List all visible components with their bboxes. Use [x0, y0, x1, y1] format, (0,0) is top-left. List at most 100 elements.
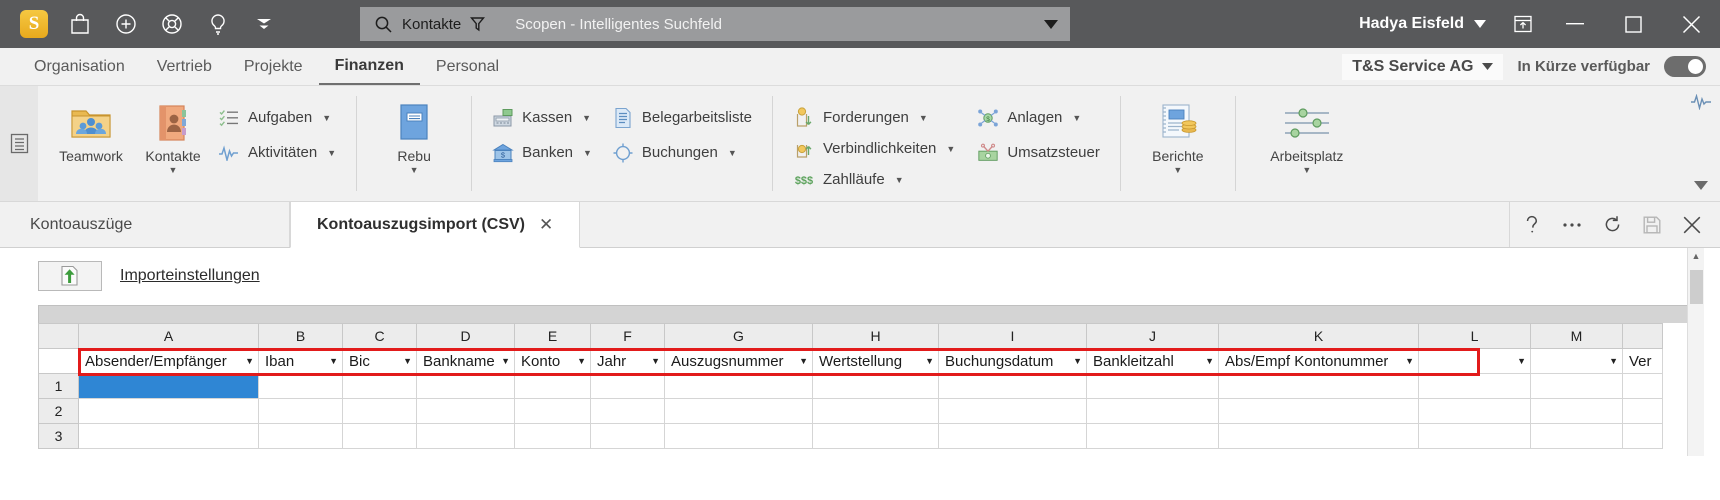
menu-item-organisation[interactable]: Organisation — [18, 48, 141, 85]
tab-close-icon[interactable]: ✕ — [539, 215, 553, 235]
chevron-down-icon[interactable]: ▼ — [1173, 166, 1182, 175]
ribbon-collapse-icon[interactable] — [1694, 181, 1708, 193]
scroll-up-icon[interactable]: ▲ — [1688, 248, 1704, 261]
ribbon-button-aufgaben[interactable]: Aufgaben ▼ — [214, 104, 340, 131]
cell-b3[interactable] — [258, 423, 343, 449]
cell-g2[interactable] — [664, 398, 813, 424]
chevron-down-icon[interactable]: ▼ — [799, 356, 808, 366]
column-header-j[interactable]: J — [1086, 323, 1219, 349]
chevron-down-icon[interactable]: ▼ — [501, 356, 510, 366]
mapping-cell-h[interactable]: Wertstellung ▼ — [812, 348, 939, 374]
column-header-i[interactable]: I — [938, 323, 1087, 349]
chevron-down-icon[interactable]: ▼ — [1609, 356, 1618, 366]
ribbon-button-banken[interactable]: $ Banken ▼ — [488, 139, 596, 166]
cell-f3[interactable] — [590, 423, 665, 449]
mapping-cell-m[interactable]: ▼ — [1530, 348, 1623, 374]
cell-d1[interactable] — [416, 373, 515, 399]
ribbon-panel-toggle[interactable] — [0, 86, 38, 201]
close-button[interactable] — [1662, 0, 1720, 48]
ribbon-button-teamwork[interactable]: Teamwork — [50, 94, 132, 164]
cell-j1[interactable] — [1086, 373, 1219, 399]
ribbon-button-rebu[interactable]: Rebu ▼ — [373, 94, 455, 175]
chevron-down-icon[interactable]: ▼ — [651, 356, 660, 366]
cell-k1[interactable] — [1218, 373, 1419, 399]
chevron-down-icon[interactable]: ▼ — [1405, 356, 1414, 366]
close-document-icon[interactable] — [1674, 208, 1710, 242]
chevron-down-icon[interactable]: ▼ — [946, 144, 955, 154]
chevron-down-icon[interactable]: ▼ — [1073, 356, 1082, 366]
chevron-down-icon[interactable]: ▼ — [583, 148, 592, 158]
mapping-cell-l[interactable]: ▼ — [1418, 348, 1531, 374]
maximize-button[interactable] — [1604, 0, 1662, 48]
mapping-cell-i[interactable]: Buchungsdatum ▼ — [938, 348, 1087, 374]
ribbon-button-zahllaeufe[interactable]: $$$ Zahlläufe ▼ — [789, 166, 959, 193]
import-settings-link[interactable]: Importeinstellungen — [120, 267, 260, 285]
ribbon-button-aktivitaeten[interactable]: Aktivitäten ▼ — [214, 139, 340, 166]
cell-j2[interactable] — [1086, 398, 1219, 424]
cell-g3[interactable] — [664, 423, 813, 449]
cell-k3[interactable] — [1218, 423, 1419, 449]
cell-j3[interactable] — [1086, 423, 1219, 449]
chevron-down-icon[interactable]: ▼ — [403, 356, 412, 366]
cell-m3[interactable] — [1530, 423, 1623, 449]
mapping-cell-c[interactable]: Bic ▼ — [342, 348, 417, 374]
cell-d3[interactable] — [416, 423, 515, 449]
ribbon-button-kassen[interactable]: Kassen ▼ — [488, 104, 596, 131]
chevron-down-icon[interactable]: ▼ — [728, 148, 737, 158]
chevron-down-icon[interactable]: ▼ — [895, 175, 904, 185]
column-header-a[interactable]: A — [78, 323, 259, 349]
column-header-m[interactable]: M — [1530, 323, 1623, 349]
chevron-down-icon[interactable]: ▼ — [1517, 356, 1526, 366]
cell-a2[interactable] — [78, 398, 259, 424]
chevron-down-icon[interactable]: ▼ — [919, 113, 928, 123]
cell-l3[interactable] — [1418, 423, 1531, 449]
mapping-cell-e[interactable]: Konto ▼ — [514, 348, 591, 374]
cell-b1[interactable] — [258, 373, 343, 399]
availability-toggle[interactable] — [1664, 56, 1706, 77]
chevron-down-icon[interactable]: ▼ — [925, 356, 934, 366]
ribbon-button-belegarbeitsliste[interactable]: Belegarbeitsliste — [608, 104, 756, 131]
mapping-cell-k[interactable]: Abs/Empf Kontonummer ▼ — [1218, 348, 1419, 374]
mapping-cell-d[interactable]: Bankname ▼ — [416, 348, 515, 374]
cell-h3[interactable] — [812, 423, 939, 449]
chevron-down-icon[interactable]: ▼ — [322, 113, 331, 123]
ribbon-button-buchungen[interactable]: Buchungen ▼ — [608, 139, 756, 166]
cell-m2[interactable] — [1530, 398, 1623, 424]
add-icon[interactable] — [104, 2, 148, 46]
scrollbar-thumb[interactable] — [1690, 270, 1703, 304]
cell-i3[interactable] — [938, 423, 1087, 449]
ribbon-button-arbeitsplatz[interactable]: Arbeitsplatz ▼ — [1252, 94, 1362, 175]
cell-e3[interactable] — [514, 423, 591, 449]
ribbon-button-berichte[interactable]: Berichte ▼ — [1137, 94, 1219, 175]
app-logo[interactable]: S — [12, 2, 56, 46]
ribbon-button-umsatzsteuer[interactable]: Umsatzsteuer — [973, 139, 1104, 166]
cell-i1[interactable] — [938, 373, 1087, 399]
cell-h1[interactable] — [812, 373, 939, 399]
cell-a3[interactable] — [78, 423, 259, 449]
cell-f2[interactable] — [590, 398, 665, 424]
support-icon[interactable] — [150, 2, 194, 46]
column-header-g[interactable]: G — [664, 323, 813, 349]
cell-l1[interactable] — [1418, 373, 1531, 399]
cell-k2[interactable] — [1218, 398, 1419, 424]
chevron-down-icon[interactable]: ▼ — [577, 356, 586, 366]
idea-icon[interactable] — [196, 2, 240, 46]
shop-icon[interactable] — [58, 2, 102, 46]
row-header-2[interactable]: 2 — [38, 398, 79, 424]
refresh-icon[interactable] — [1594, 208, 1630, 242]
column-header-c[interactable]: C — [342, 323, 417, 349]
menu-item-projekte[interactable]: Projekte — [228, 48, 319, 85]
menu-item-vertrieb[interactable]: Vertrieb — [141, 48, 228, 85]
cell-n2[interactable] — [1622, 398, 1663, 424]
company-selector[interactable]: T&S Service AG — [1342, 53, 1504, 80]
help-icon[interactable] — [1514, 208, 1550, 242]
search-input[interactable]: Scopen - Intelligentes Suchfeld — [497, 16, 1032, 33]
column-header-b[interactable]: B — [258, 323, 343, 349]
user-menu[interactable]: Hadya Eisfeld — [1339, 15, 1500, 33]
menu-item-personal[interactable]: Personal — [420, 48, 515, 85]
cell-f1[interactable] — [590, 373, 665, 399]
column-header-f[interactable]: F — [590, 323, 665, 349]
chevron-down-icon[interactable]: ▼ — [169, 166, 178, 175]
cell-g1[interactable] — [664, 373, 813, 399]
filter-icon[interactable] — [470, 16, 486, 32]
